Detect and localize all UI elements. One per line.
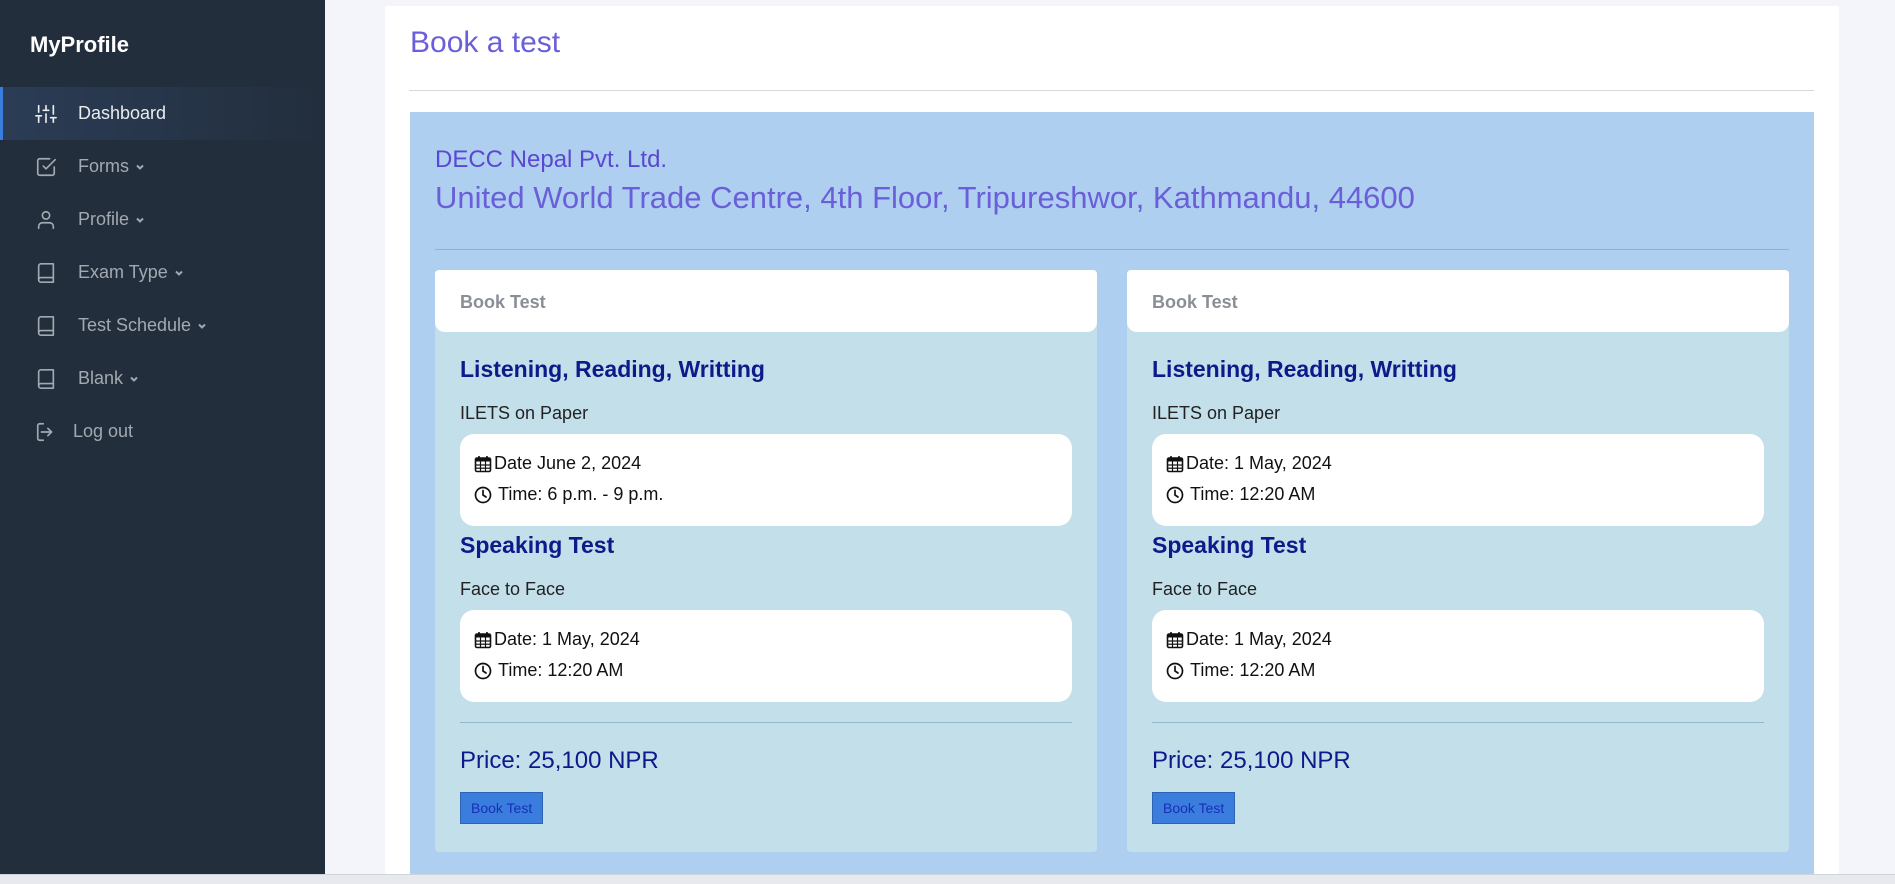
check-square-icon [34,155,58,179]
test-center-section: DECC Nepal Pvt. Ltd. United World Trade … [410,112,1814,884]
sidebar-item-label: Dashboard [78,103,167,123]
time-text: Time: 6 p.m. - 9 p.m. [498,484,664,504]
sidebar-item-label: Forms [78,156,129,176]
date-text: Date June 2, 2024 [494,453,642,473]
sidebar-item-label: Profile [78,209,130,229]
date-line: Date: 1 May, 2024 [474,624,1058,655]
card-header: Book Test [1127,270,1789,332]
time-text: Time: 12:20 AM [1190,660,1316,680]
written-test-title: Listening, Reading, Writting [1152,356,1457,382]
time-line: Time: 12:20 AM [474,655,1058,686]
book-test-card: Book Test Listening, Reading, Writting I… [435,270,1097,852]
schedule-box: Date: 1 May, 2024 Time: 12:20 AM [1152,610,1764,702]
time-text: Time: 12:20 AM [1190,484,1316,504]
sidebar-item-log-out[interactable]: Log out [0,405,325,458]
price-label: Price: 25,100 NPR [1152,747,1351,774]
card-body: Listening, Reading, Writting ILETS on Pa… [1127,356,1789,824]
sidebar-item-dashboard[interactable]: Dashboard [0,87,325,140]
book-icon [34,261,58,285]
speaking-test-title: Speaking Test [1152,532,1307,558]
time-line: Time: 6 p.m. - 9 p.m. [474,479,1058,510]
sidebar-item-forms[interactable]: Forms [0,140,325,193]
book-test-button[interactable]: Book Test [1152,792,1236,824]
sidebar-item-profile[interactable]: Profile [0,193,325,246]
calendar-icon [1166,455,1184,473]
sidebar: MyProfile Dashboard Forms Profile Exam T… [0,0,325,874]
book-test-button[interactable]: Book Test [460,792,544,824]
divider [460,722,1072,723]
chevron-down-icon [197,321,207,331]
book-test-card: Book Test Listening, Reading, Writting I… [1127,270,1789,852]
sidebar-item-exam-type[interactable]: Exam Type [0,246,325,299]
calendar-icon [474,631,492,649]
written-test-mode: ILETS on Paper [460,403,589,423]
divider [1152,722,1764,723]
calendar-icon [474,455,492,473]
divider [409,90,1814,91]
divider [435,249,1789,250]
clock-icon [1166,662,1184,680]
book-icon [34,367,58,391]
speaking-test-mode: Face to Face [460,579,566,599]
card-body: Listening, Reading, Writting ILETS on Pa… [435,356,1097,824]
chevron-down-icon [129,374,139,384]
sliders-icon [34,102,58,126]
date-text: Date: 1 May, 2024 [494,629,640,649]
log-out-icon [34,420,58,444]
date-line: Date June 2, 2024 [474,448,1058,479]
sidebar-nav: Dashboard Forms Profile Exam Type Test S… [0,87,325,458]
sidebar-item-label: Exam Type [78,262,168,282]
date-text: Date: 1 May, 2024 [1186,453,1332,473]
center-address: United World Trade Centre, 4th Floor, Tr… [435,180,1415,215]
chevron-down-icon [135,162,145,172]
date-line: Date: 1 May, 2024 [1166,624,1750,655]
date-text: Date: 1 May, 2024 [1186,629,1332,649]
schedule-box: Date June 2, 2024 Time: 6 p.m. - 9 p.m. [460,434,1072,526]
horizontal-scrollbar[interactable] [0,874,1895,884]
chevron-down-icon [174,268,184,278]
center-name: DECC Nepal Pvt. Ltd. [435,146,668,173]
book-icon [34,314,58,338]
clock-icon [1166,486,1184,504]
sidebar-item-test-schedule[interactable]: Test Schedule [0,299,325,352]
written-test-title: Listening, Reading, Writting [460,356,765,382]
sidebar-item-blank[interactable]: Blank [0,352,325,405]
written-test-mode: ILETS on Paper [1152,403,1281,423]
time-line: Time: 12:20 AM [1166,655,1750,686]
main-panel: Book a test DECC Nepal Pvt. Ltd. United … [385,6,1839,884]
brand-logo[interactable]: MyProfile [30,32,129,58]
clock-icon [474,662,492,680]
sidebar-item-label: Log out [73,421,134,441]
time-line: Time: 12:20 AM [1166,479,1750,510]
clock-icon [474,486,492,504]
speaking-test-mode: Face to Face [1152,579,1258,599]
schedule-box: Date: 1 May, 2024 Time: 12:20 AM [1152,434,1764,526]
sidebar-item-label: Test Schedule [78,315,192,335]
price-label: Price: 25,100 NPR [460,747,659,774]
chevron-down-icon [135,215,145,225]
page-title: Book a test [410,26,561,59]
user-icon [34,208,58,232]
speaking-test-title: Speaking Test [460,532,615,558]
sidebar-item-label: Blank [78,368,124,388]
time-text: Time: 12:20 AM [498,660,624,680]
schedule-box: Date: 1 May, 2024 Time: 12:20 AM [460,610,1072,702]
calendar-icon [1166,631,1184,649]
date-line: Date: 1 May, 2024 [1166,448,1750,479]
card-header: Book Test [435,270,1097,332]
